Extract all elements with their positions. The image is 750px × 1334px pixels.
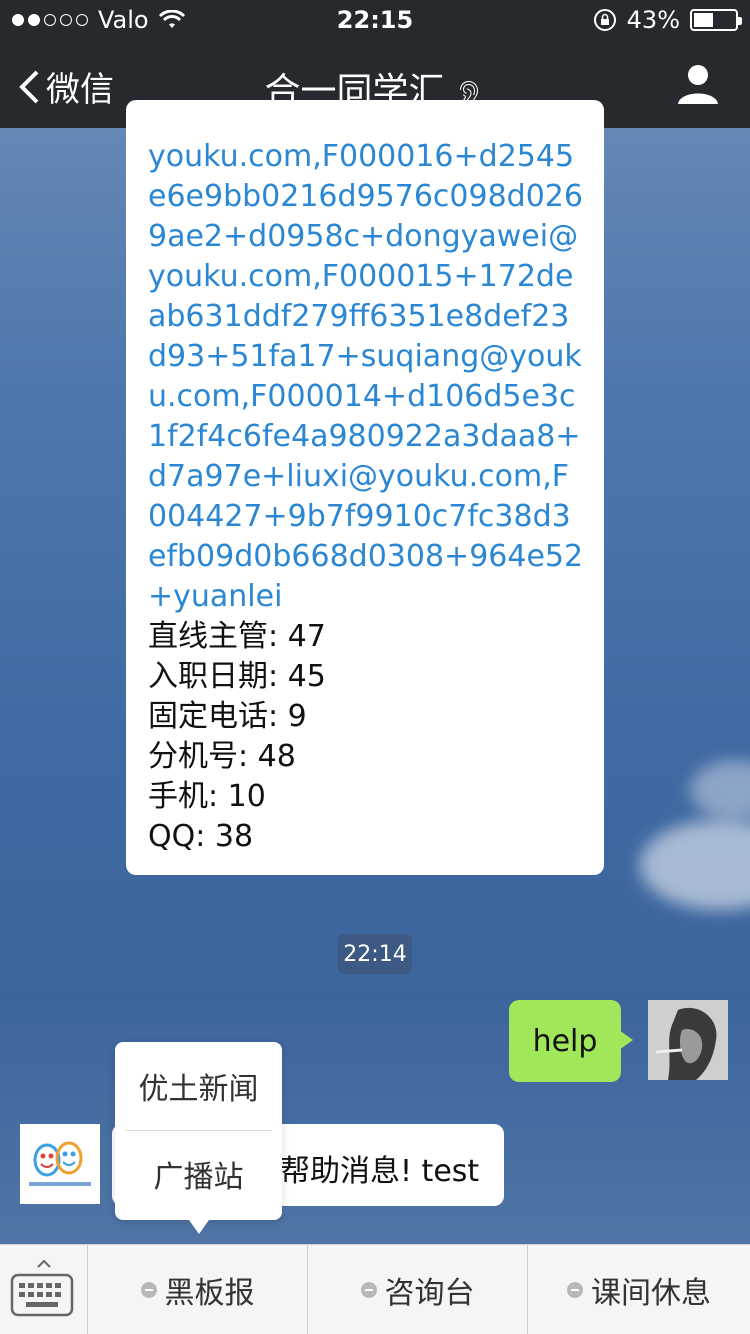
bot-avatar[interactable] xyxy=(20,1124,100,1204)
menu-tab-break[interactable]: 课间休息 xyxy=(528,1245,750,1334)
menu-tab-consult[interactable]: 咨询台 xyxy=(308,1245,528,1334)
menu-tab-label: 课间休息 xyxy=(591,1276,711,1311)
battery-percent: 43% xyxy=(626,6,680,34)
field-row: 入职日期: 45 xyxy=(148,659,326,694)
bot-logo xyxy=(29,1141,91,1186)
submenu-indicator-icon xyxy=(567,1282,583,1298)
submenu-item-news[interactable]: 优土新闻 xyxy=(115,1042,282,1130)
incoming-message-long[interactable]: youku.com,F000016+d2545e6e9bb0216d9576c0… xyxy=(126,100,604,875)
field-row: 分机号: 48 xyxy=(148,739,296,774)
status-bar: Valo 22:15 43% xyxy=(0,0,750,40)
field-row: 手机: 10 xyxy=(148,779,266,814)
submenu-indicator-icon xyxy=(140,1282,157,1298)
user-avatar[interactable] xyxy=(648,1000,728,1080)
field-row: 直线主管: 47 xyxy=(148,619,326,654)
keyboard-icon xyxy=(10,1259,74,1317)
field-row: 固定电话: 9 xyxy=(148,699,307,734)
menu-tab-label: 咨询台 xyxy=(384,1276,475,1311)
outgoing-message[interactable]: help xyxy=(509,1000,633,1082)
menu-tab-blackboard[interactable]: 黑板报 xyxy=(88,1245,308,1334)
submenu-popup: 优土新闻 广播站 xyxy=(115,1042,282,1234)
incoming-message-text: 帮助消息! test xyxy=(280,1154,480,1189)
timestamp-chip: 22:14 xyxy=(338,934,412,974)
field-row: QQ: 38 xyxy=(148,819,254,854)
profile-icon[interactable] xyxy=(676,62,720,106)
battery-icon xyxy=(690,9,742,31)
outgoing-message-text: help xyxy=(532,1023,598,1059)
submenu-indicator-icon xyxy=(360,1282,377,1298)
submenu-item-broadcast[interactable]: 广播站 xyxy=(115,1130,282,1218)
keyboard-toggle-button[interactable] xyxy=(0,1245,88,1334)
message-link-text[interactable]: youku.com,F000016+d2545e6e9bb0216d9576c0… xyxy=(148,137,586,617)
rotation-lock-icon xyxy=(593,9,616,31)
bottom-menu-bar: 黑板报 咨询台 课间休息 xyxy=(0,1244,750,1334)
user-photo xyxy=(648,1000,728,1080)
menu-tab-label: 黑板报 xyxy=(164,1276,255,1311)
